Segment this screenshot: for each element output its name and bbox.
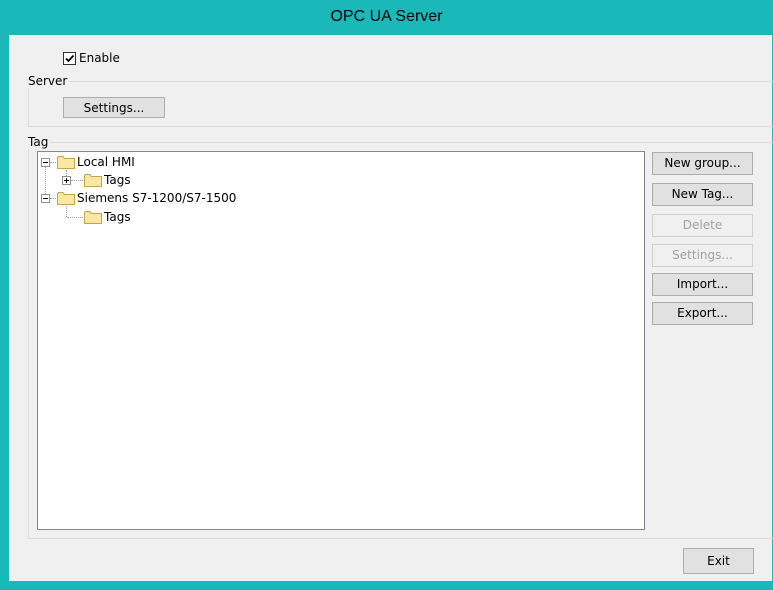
import-button[interactable]: Import... — [652, 273, 753, 296]
server-group-label: Server — [27, 74, 70, 88]
expander-icon[interactable] — [41, 194, 50, 203]
check-icon — [65, 54, 75, 62]
expander-icon[interactable] — [62, 176, 71, 185]
client-area: Enable Server Settings... Tag Local HMI — [9, 35, 773, 581]
enable-checkbox[interactable] — [63, 51, 76, 65]
tree-item-label: Local HMI — [77, 155, 135, 169]
tag-tree[interactable]: Local HMI Tags Siemens S7-1200/S7-1500 T… — [37, 151, 645, 530]
enable-label[interactable]: Enable — [79, 51, 120, 65]
folder-icon — [57, 156, 75, 169]
expander-icon[interactable] — [41, 158, 50, 167]
export-button[interactable]: Export... — [652, 302, 753, 325]
tree-line — [50, 162, 56, 163]
tree-item-label: Tags — [104, 210, 131, 224]
window-title: OPC UA Server — [330, 8, 443, 25]
tree-item-local-tags[interactable]: Tags — [84, 173, 131, 187]
folder-icon — [84, 211, 102, 224]
tree-line — [71, 180, 83, 181]
tree-item-label: Tags — [104, 173, 131, 187]
folder-icon — [84, 174, 102, 187]
tree-line — [50, 198, 56, 199]
delete-button[interactable]: Delete — [652, 214, 753, 237]
tree-item-siemens-tags[interactable]: Tags — [84, 210, 131, 224]
tree-line — [66, 206, 67, 217]
tree-item-local-hmi[interactable]: Local HMI — [57, 155, 135, 169]
tree-item-label: Siemens S7-1200/S7-1500 — [77, 191, 237, 205]
tag-settings-button[interactable]: Settings... — [652, 244, 753, 267]
tree-item-siemens[interactable]: Siemens S7-1200/S7-1500 — [57, 191, 236, 205]
tree-line — [67, 217, 83, 218]
folder-icon — [57, 192, 75, 205]
server-settings-button[interactable]: Settings... — [63, 97, 165, 118]
tree-line — [45, 162, 46, 198]
enable-row: Enable — [63, 51, 120, 65]
window-bottom-border — [0, 582, 773, 590]
new-tag-button[interactable]: New Tag... — [652, 183, 753, 206]
tag-group-label: Tag — [27, 135, 51, 149]
app-window: OPC UA Server Enable Server Settings... … — [0, 0, 773, 590]
exit-button[interactable]: Exit — [683, 548, 754, 574]
new-group-button[interactable]: New group... — [652, 152, 753, 175]
